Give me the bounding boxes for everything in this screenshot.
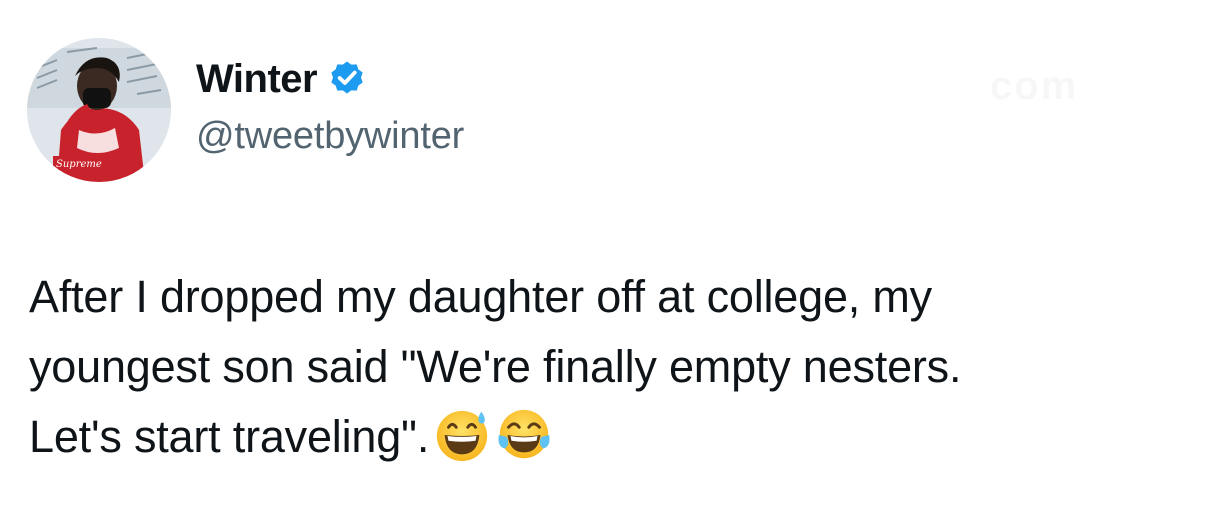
avatar-image: Supreme <box>27 38 171 182</box>
author-name-row: Winter <box>196 54 367 104</box>
avatar[interactable]: Supreme <box>27 38 171 182</box>
watermark: com <box>990 64 1079 108</box>
author-handle[interactable]: @tweetbywinter <box>196 115 464 158</box>
grinning-face-with-sweat-emoji <box>433 406 491 464</box>
tweet-text-line: Let's start traveling". <box>29 411 430 462</box>
tweet-text-line-last: Let's start traveling". <box>29 402 1189 472</box>
avatar-shirt-text: Supreme <box>56 159 102 170</box>
tweet-text-line: youngest son said "We're finally empty n… <box>29 341 962 392</box>
tweet-card: Supreme Winter @tweetbywinter com After … <box>0 0 1206 530</box>
tweet-text: After I dropped my daughter off at colle… <box>29 262 1189 472</box>
tweet-text-line: After I dropped my daughter off at colle… <box>29 271 932 322</box>
face-with-tears-of-joy-emoji <box>495 406 553 464</box>
verified-badge-icon[interactable] <box>327 59 367 99</box>
author-display-name[interactable]: Winter <box>196 57 318 102</box>
